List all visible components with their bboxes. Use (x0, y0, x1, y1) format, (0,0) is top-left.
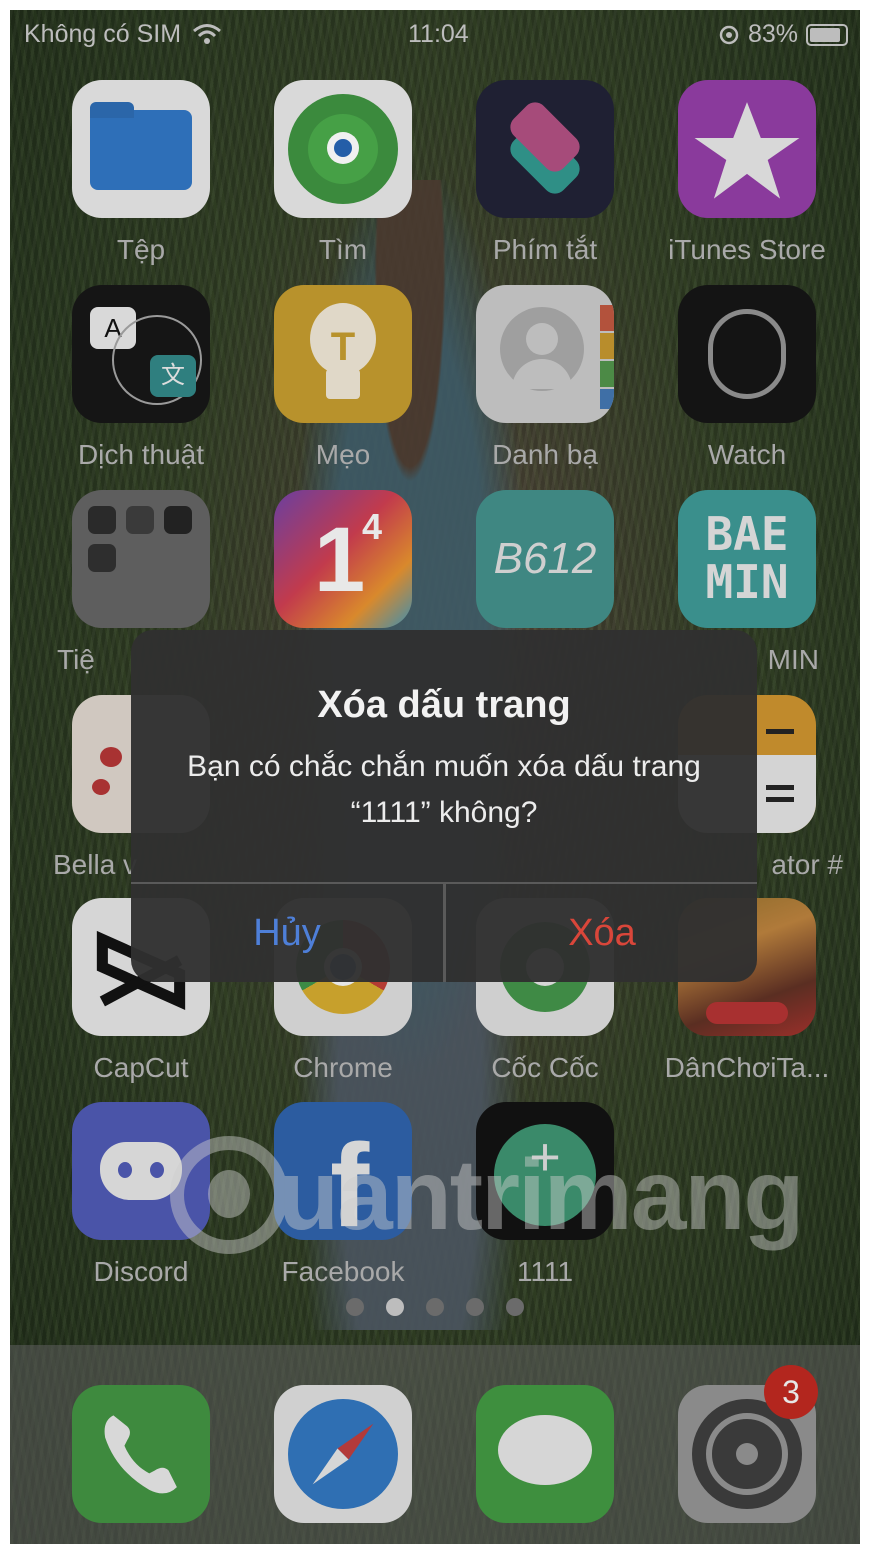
watermark-logo: uantrimang (170, 1130, 820, 1270)
page-dot[interactable] (466, 1298, 484, 1316)
dock: 3 (10, 1345, 860, 1544)
app-1-4[interactable]: 1 4 (243, 490, 443, 628)
delete-bookmark-alert: Xóa dấu trang Bạn có chắc chắn muốn xóa … (131, 630, 757, 982)
1-4-app-icon: 1 4 (274, 490, 412, 628)
clock: 11:04 (408, 20, 469, 48)
phone-icon (72, 1385, 210, 1523)
messages-icon (476, 1385, 614, 1523)
files-icon (72, 80, 210, 218)
baemin-icon: BAE MIN (678, 490, 816, 628)
page-dot[interactable] (426, 1298, 444, 1316)
app-b612[interactable]: B612 (445, 490, 645, 628)
app-itunes-store[interactable]: iTunes Store (647, 80, 847, 266)
shortcuts-icon (476, 80, 614, 218)
app-shortcuts[interactable]: Phím tắt (445, 80, 645, 266)
app-files[interactable]: Tệp (41, 80, 241, 266)
wifi-icon (193, 24, 221, 44)
dock-phone[interactable] (41, 1385, 241, 1523)
page-dot-active[interactable] (386, 1298, 404, 1316)
alert-message: Bạn có chắc chắn muốn xóa dấu trang “111… (187, 750, 701, 829)
notification-badge: 3 (764, 1365, 818, 1419)
carrier-label: Không có SIM (24, 20, 182, 48)
page-dot[interactable] (346, 1298, 364, 1316)
battery-percentage: 83% (747, 20, 798, 48)
folder-icon (72, 490, 210, 628)
app-tips[interactable]: T Mẹo (243, 285, 443, 471)
orientation-lock-icon (719, 25, 739, 44)
tips-icon: T (274, 285, 412, 423)
battery-icon (806, 23, 848, 46)
dock-settings[interactable]: 3 (647, 1365, 847, 1523)
dock-safari[interactable] (243, 1385, 443, 1523)
settings-icon: 3 (678, 1365, 818, 1523)
page-dot[interactable] (506, 1298, 524, 1316)
contacts-icon (476, 285, 614, 423)
watch-icon (678, 285, 816, 423)
translate-icon: A 文 (72, 285, 210, 423)
app-find-my[interactable]: Tìm (243, 80, 443, 266)
dock-messages[interactable] (445, 1385, 645, 1523)
home-screen: Không có SIM 11:04 83% Tệp Tìm Phím tắt … (10, 10, 860, 1544)
app-translate[interactable]: A 文 Dịch thuật (41, 285, 241, 471)
delete-button[interactable]: Xóa (446, 884, 757, 982)
safari-icon (274, 1385, 412, 1523)
page-indicator[interactable] (10, 1298, 860, 1316)
cancel-button[interactable]: Hủy (131, 884, 443, 982)
itunes-store-icon (678, 80, 816, 218)
status-bar: Không có SIM 11:04 83% (10, 10, 860, 58)
find-my-icon (274, 80, 412, 218)
b612-icon: B612 (476, 490, 614, 628)
app-contacts[interactable]: Danh bạ (445, 285, 645, 471)
alert-title: Xóa dấu trang (317, 684, 571, 726)
app-watch[interactable]: Watch (647, 285, 847, 471)
